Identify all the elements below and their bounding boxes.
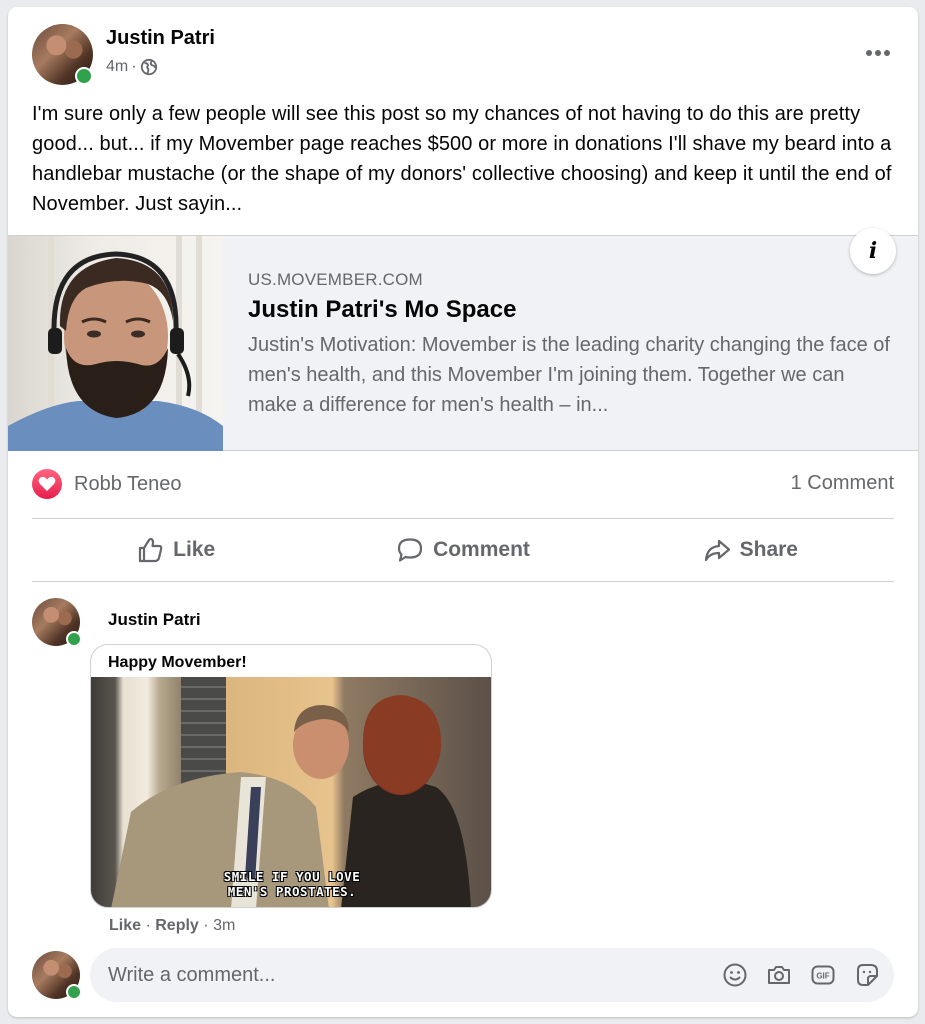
meta-separator: · <box>131 58 137 75</box>
more-options-button[interactable] <box>860 43 896 63</box>
sep: · <box>145 917 151 934</box>
comment-author-name[interactable]: Justin Patri <box>108 610 201 630</box>
camera-icon[interactable] <box>766 962 792 988</box>
info-button[interactable]: i <box>850 228 896 274</box>
gif-subtitle: SMILE IF YOU LOVE MEN'S PROSTATES. <box>223 869 361 899</box>
share-button[interactable]: Share <box>607 519 894 581</box>
comment-like-link[interactable]: Like <box>109 917 141 934</box>
action-bar: Like Comment Share <box>32 519 894 581</box>
thumbs-up-icon <box>139 537 163 563</box>
online-status-dot <box>66 984 82 1000</box>
info-icon: i <box>868 238 878 264</box>
gif-caption: Happy Movember! <box>108 654 247 671</box>
post-text: I'm sure only a few people will see this… <box>32 103 892 215</box>
love-icon <box>32 469 62 499</box>
link-thumbnail[interactable] <box>8 236 223 451</box>
comment-label: Comment <box>433 538 530 561</box>
post-time[interactable]: 4m <box>106 58 128 76</box>
comment-actions: Like · Reply · 3m <box>109 917 235 935</box>
like-label: Like <box>173 538 216 561</box>
dot-icon <box>875 50 881 56</box>
sep: · <box>203 917 209 934</box>
post-author-name[interactable]: Justin Patri <box>106 27 215 50</box>
online-status-dot <box>75 67 93 85</box>
comment-composer[interactable]: GIF <box>90 948 894 1002</box>
link-info[interactable]: US.MOVEMBER.COM Justin Patri's Mo Space … <box>248 270 898 420</box>
reaction-names[interactable]: Robb Teneo <box>74 473 182 496</box>
link-title[interactable]: Justin Patri's Mo Space <box>248 296 898 324</box>
comment-bubble-icon <box>397 538 423 562</box>
composer-icons: GIF <box>722 962 880 988</box>
comment-reply-link[interactable]: Reply <box>155 917 199 934</box>
dot-icon <box>866 50 872 56</box>
like-button[interactable]: Like <box>32 519 319 581</box>
comment-gif[interactable]: Happy Movember! SMILE IF YOU LOVE MEN'S … <box>90 644 492 908</box>
person-photo <box>8 251 223 451</box>
link-description: Justin's Motivation: Movember is the lea… <box>248 334 890 416</box>
online-status-dot <box>66 631 82 647</box>
comment-time[interactable]: 3m <box>213 917 235 934</box>
globe-icon[interactable] <box>140 58 158 76</box>
link-preview[interactable]: US.MOVEMBER.COM Justin Patri's Mo Space … <box>8 228 918 451</box>
post-meta: 4m · <box>106 58 158 76</box>
gif-image[interactable]: SMILE IF YOU LOVE MEN'S PROSTATES. <box>91 677 491 907</box>
share-arrow-icon <box>704 539 730 562</box>
comment-count[interactable]: 1 Comment <box>791 472 894 495</box>
dot-icon <box>884 50 890 56</box>
comment-button[interactable]: Comment <box>319 519 606 581</box>
gif-icon[interactable]: GIF <box>810 962 836 988</box>
reactions-summary[interactable]: Robb Teneo <box>32 469 182 499</box>
post-card: Justin Patri 4m · I'm sure only a few pe… <box>8 7 918 1017</box>
comment-input[interactable] <box>108 948 688 1002</box>
share-label: Share <box>739 538 798 561</box>
emoji-icon[interactable] <box>722 962 748 988</box>
link-domain: US.MOVEMBER.COM <box>248 270 423 289</box>
svg-text:GIF: GIF <box>816 972 829 981</box>
sticker-icon[interactable] <box>854 962 880 988</box>
divider <box>32 581 894 582</box>
